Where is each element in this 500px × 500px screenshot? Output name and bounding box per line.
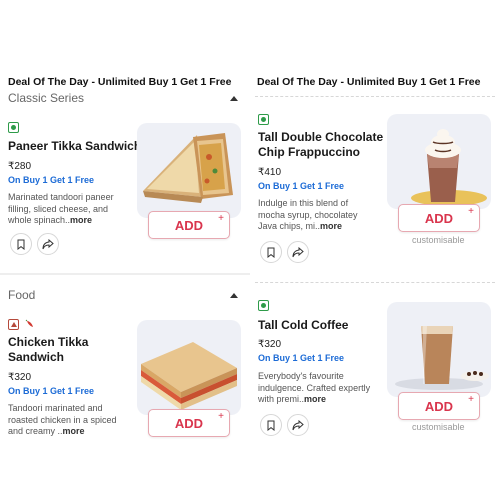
item-image: [137, 320, 241, 415]
customisable-label: customisable: [412, 422, 465, 432]
bookmark-button[interactable]: [260, 241, 282, 263]
plus-icon: +: [218, 411, 224, 422]
bookmark-icon: [17, 239, 25, 250]
item-image: [387, 114, 491, 209]
add-button[interactable]: ADD +: [148, 211, 230, 239]
bookmark-button[interactable]: [10, 233, 32, 255]
item-name: Paneer Tikka Sandwich: [8, 139, 142, 153]
more-link[interactable]: more: [70, 215, 92, 225]
share-icon: [292, 246, 304, 257]
dashed-divider: [255, 282, 495, 283]
bookmark-icon: [267, 247, 275, 258]
item-offer: On Buy 1 Get 1 Free: [8, 175, 95, 185]
section-title: Food: [8, 288, 36, 302]
item-offer: On Buy 1 Get 1 Free: [258, 181, 345, 191]
veg-indicator-icon: [258, 114, 269, 125]
item-image: [137, 123, 241, 218]
more-link[interactable]: more: [320, 221, 342, 231]
section-title: Classic Series: [8, 91, 85, 105]
customisable-label: customisable: [412, 235, 465, 245]
item-name: Tall Double Chocolate Chip Frappuccino: [258, 130, 384, 159]
bookmark-icon: [267, 420, 275, 431]
plus-icon: +: [468, 206, 474, 217]
item-offer: On Buy 1 Get 1 Free: [258, 353, 345, 363]
item-description: Indulge in this blend of mocha syrup, ch…: [258, 198, 358, 231]
deal-of-the-day-header: Deal Of The Day - Unlimited Buy 1 Get 1 …: [8, 76, 232, 88]
item-offer: On Buy 1 Get 1 Free: [8, 386, 95, 396]
section-header-food[interactable]: Food: [8, 288, 240, 302]
add-button[interactable]: ADD +: [148, 409, 230, 437]
menu-item-tall-double-chocolate-chip-frappuccino: Tall Double Chocolate Chip Frappuccino ₹…: [250, 108, 500, 273]
deal-of-the-day-header: Deal Of The Day - Unlimited Buy 1 Get 1 …: [257, 76, 481, 88]
spicy-chili-icon: [25, 319, 33, 327]
caret-up-icon[interactable]: [230, 292, 238, 298]
item-image: [387, 302, 491, 397]
item-description: Marinated tandoori paneer filling, slice…: [8, 192, 114, 225]
bookmark-button[interactable]: [260, 414, 282, 436]
menu-item-tall-cold-coffee: Tall Cold Coffee ₹320 On Buy 1 Get 1 Fre…: [250, 296, 500, 446]
add-button[interactable]: ADD +: [398, 204, 480, 232]
item-description: Everybody's favourite indulgence. Crafte…: [258, 371, 371, 404]
item-price: ₹320: [8, 372, 32, 383]
item-description: Tandoori marinated and roasted chicken i…: [8, 403, 117, 436]
menu-item-chicken-tikka-sandwich: Chicken Tikka Sandwich ₹320 On Buy 1 Get…: [0, 315, 250, 445]
more-link[interactable]: more: [63, 426, 85, 436]
share-button[interactable]: [287, 241, 309, 263]
section-header-classic-series[interactable]: Classic Series: [8, 91, 240, 105]
caret-up-icon[interactable]: [230, 95, 238, 101]
section-divider: [0, 273, 250, 275]
share-button[interactable]: [37, 233, 59, 255]
item-price: ₹320: [258, 339, 282, 350]
item-price: ₹280: [8, 161, 32, 172]
share-icon: [292, 419, 304, 430]
plus-icon: +: [468, 394, 474, 405]
item-name: Chicken Tikka Sandwich: [8, 335, 89, 364]
veg-indicator-icon: [8, 122, 19, 133]
menu-item-paneer-tikka-sandwich: Paneer Tikka Sandwich ₹280 On Buy 1 Get …: [0, 118, 250, 268]
item-name: Tall Cold Coffee: [258, 318, 349, 332]
item-price: ₹410: [258, 167, 282, 178]
share-button[interactable]: [287, 414, 309, 436]
share-icon: [42, 238, 54, 249]
veg-indicator-icon: [258, 300, 269, 311]
dashed-divider: [255, 96, 495, 97]
right-panel: Deal Of The Day - Unlimited Buy 1 Get 1 …: [250, 0, 500, 500]
left-panel: Deal Of The Day - Unlimited Buy 1 Get 1 …: [0, 0, 250, 500]
non-veg-indicator-icon: [8, 319, 19, 330]
more-link[interactable]: more: [304, 394, 326, 404]
add-button[interactable]: ADD +: [398, 392, 480, 420]
plus-icon: +: [218, 213, 224, 224]
